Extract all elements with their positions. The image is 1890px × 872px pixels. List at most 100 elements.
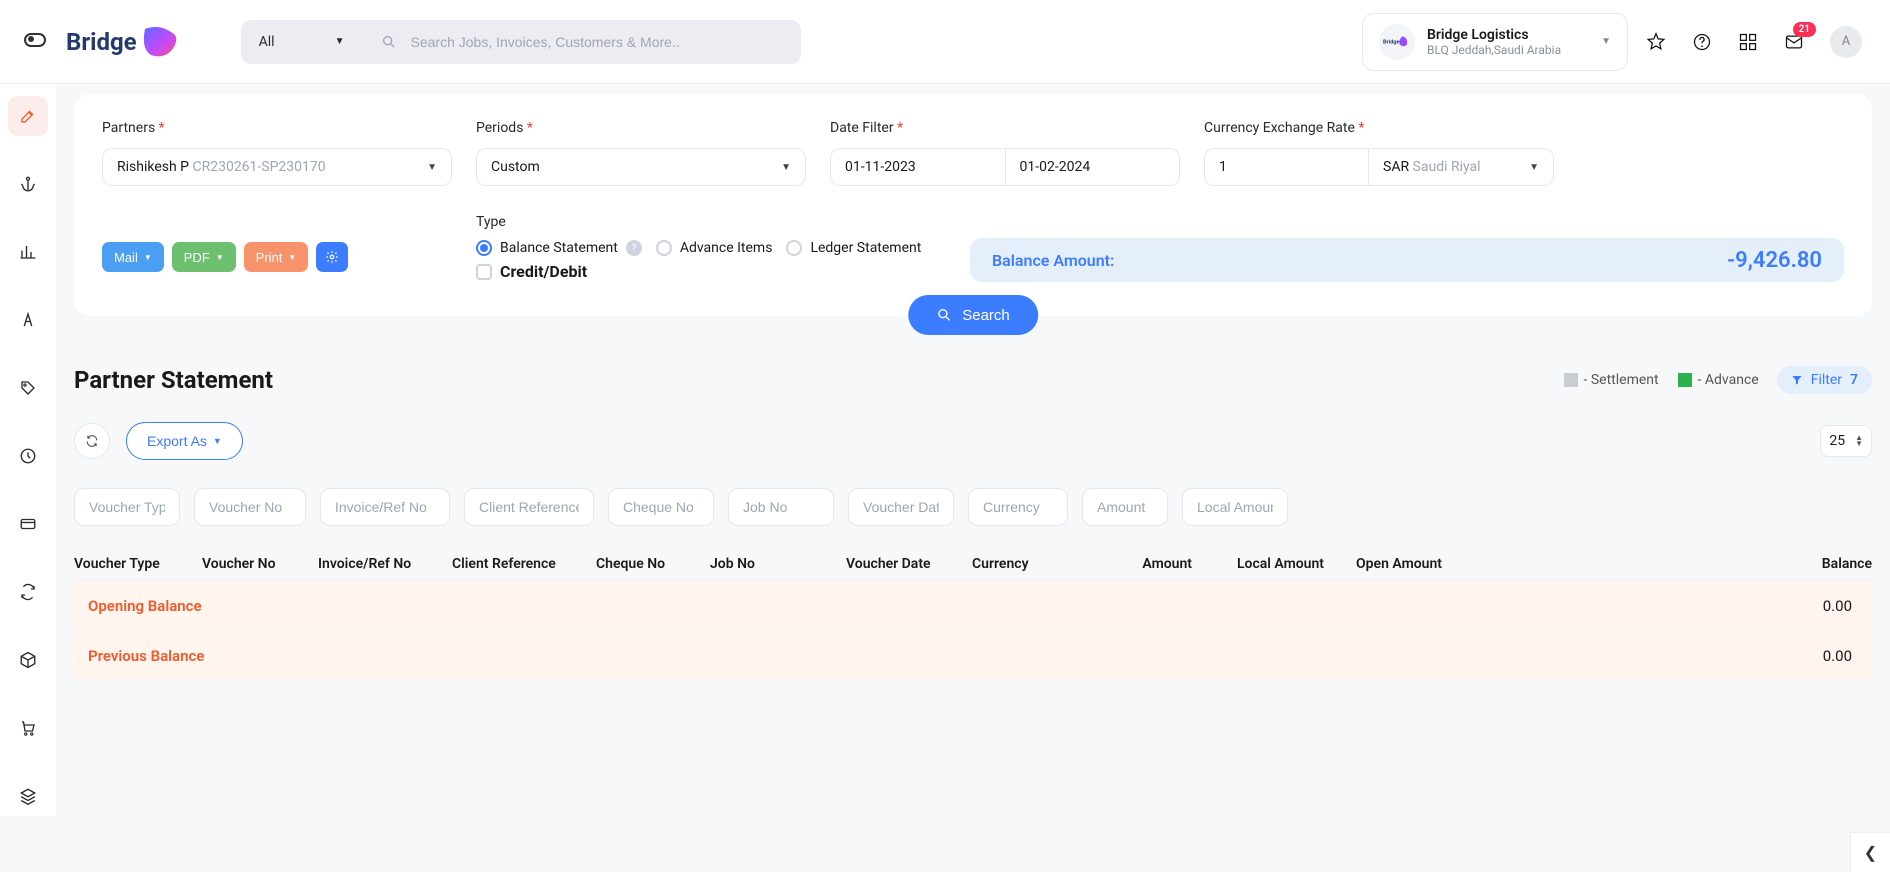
org-switcher[interactable]: Bridge Bridge Logistics BLQ Jeddah,Saudi… [1362, 13, 1628, 71]
page-size-select[interactable]: 25 ▲▼ [1820, 425, 1872, 457]
filter-currency[interactable] [968, 488, 1068, 526]
print-button[interactable]: Print▼ [244, 242, 309, 272]
col-job-no[interactable]: Job No [710, 548, 846, 580]
user-avatar[interactable]: A [1830, 26, 1862, 58]
refresh-button[interactable] [74, 423, 110, 459]
pdf-button[interactable]: PDF▼ [172, 242, 236, 272]
sidebar-item-card[interactable] [8, 504, 48, 544]
header-actions: 21 A [1646, 26, 1862, 58]
help-icon[interactable]: ? [626, 240, 642, 256]
currency-dropdown[interactable]: SAR Saudi Riyal ▼ [1369, 148, 1554, 186]
sidebar-item-anchor[interactable] [8, 164, 48, 204]
col-voucher-type[interactable]: Voucher Type [74, 548, 202, 580]
sidebar-item-package[interactable] [8, 640, 48, 680]
legend-advance-label: - Advance [1698, 372, 1759, 388]
radio-icon [656, 240, 672, 256]
sidebar-item-layers[interactable] [8, 776, 48, 816]
col-client-ref[interactable]: Client Reference [452, 548, 596, 580]
filter-voucher-type[interactable] [74, 488, 180, 526]
col-balance[interactable]: Balance [1442, 548, 1872, 580]
org-location: BLQ Jeddah,Saudi Arabia [1427, 43, 1561, 57]
exchange-rate-field: Currency Exchange Rate * 1 SAR Saudi Riy… [1204, 120, 1554, 186]
star-icon[interactable] [1646, 32, 1666, 52]
col-local-amount[interactable]: Local Amount [1192, 548, 1324, 580]
filter-local-amount[interactable] [1182, 488, 1288, 526]
settings-button[interactable] [316, 242, 348, 272]
col-amount[interactable]: Amount [1072, 548, 1192, 580]
filter-client-ref[interactable] [464, 488, 594, 526]
credit-debit-checkbox[interactable]: Credit/Debit [476, 262, 946, 281]
refresh-icon [85, 434, 99, 448]
gear-icon [325, 250, 339, 264]
radio-balance-statement[interactable]: Balance Statement ? [476, 240, 642, 256]
checkbox-icon [476, 264, 492, 280]
filter-amount[interactable] [1082, 488, 1168, 526]
sidebar-nav [0, 84, 56, 816]
filter-button[interactable]: Filter 7 [1777, 366, 1872, 394]
chevron-down-icon: ▼ [335, 36, 345, 47]
filter-job-no[interactable] [728, 488, 834, 526]
table-row-previous: Previous Balance 0.00 [74, 630, 1872, 680]
sidebar-item-history[interactable] [8, 436, 48, 476]
currency-value: SAR Saudi Riyal [1383, 159, 1481, 175]
chevron-down-icon: ▼ [1529, 162, 1539, 173]
sidebar-item-tag[interactable] [8, 368, 48, 408]
sidebar-item-sync[interactable] [8, 572, 48, 612]
exchange-rate-label: Currency Exchange Rate * [1204, 120, 1554, 136]
statement-section: Partner Statement - Settlement - Advance… [74, 366, 1872, 680]
col-cheque-no[interactable]: Cheque No [596, 548, 710, 580]
chevron-down-icon: ▼ [213, 436, 222, 446]
section-title: Partner Statement [74, 366, 273, 394]
collapse-panel-button[interactable]: ❮ [1850, 832, 1890, 872]
periods-dropdown[interactable]: Custom ▼ [476, 148, 806, 186]
search-input[interactable] [411, 34, 784, 50]
search-category-dropdown[interactable]: All ▼ [241, 20, 363, 64]
main-content: Partners * Rishikesh P CR230261-SP230170… [56, 84, 1890, 816]
filter-invoice-ref[interactable] [320, 488, 450, 526]
periods-field: Periods * Custom ▼ [476, 120, 806, 186]
exchange-rate-input[interactable]: 1 [1204, 148, 1369, 186]
brand-logo[interactable]: Bridge [66, 25, 181, 59]
export-button[interactable]: Export As ▼ [126, 422, 243, 460]
col-voucher-no[interactable]: Voucher No [202, 548, 318, 580]
sidebar-toggle[interactable] [16, 24, 54, 59]
sidebar-item-cart[interactable] [8, 708, 48, 748]
periods-label: Periods * [476, 120, 806, 136]
brand-mark-icon [141, 25, 181, 59]
notification-badge: 21 [1793, 22, 1816, 37]
date-from-input[interactable]: 01-11-2023 [830, 148, 1006, 186]
partners-dropdown[interactable]: Rishikesh P CR230261-SP230170 ▼ [102, 148, 452, 186]
date-filter-field: Date Filter * 01-11-2023 01-02-2024 [830, 120, 1180, 186]
col-voucher-date[interactable]: Voucher Date [846, 548, 972, 580]
apps-icon[interactable] [1738, 32, 1758, 52]
filter-cheque-no[interactable] [608, 488, 714, 526]
radio-ledger-statement[interactable]: Ledger Statement [786, 240, 921, 256]
filter-voucher-date[interactable] [848, 488, 954, 526]
search-icon [936, 307, 952, 323]
mail-icon[interactable]: 21 [1784, 32, 1804, 52]
org-logo: Bridge [1379, 24, 1415, 60]
sidebar-item-font[interactable] [8, 300, 48, 340]
filter-card: Partners * Rishikesh P CR230261-SP230170… [74, 94, 1872, 316]
help-icon[interactable] [1692, 32, 1712, 52]
svg-text:Bridge: Bridge [1383, 39, 1399, 45]
checkbox-label: Credit/Debit [500, 262, 587, 281]
chevron-down-icon: ▼ [781, 162, 791, 173]
chevron-down-icon: ▼ [288, 253, 296, 262]
search-button[interactable]: Search [908, 295, 1038, 335]
col-currency[interactable]: Currency [972, 548, 1072, 580]
balance-label: Balance Amount: [992, 251, 1114, 270]
page-size-value: 25 [1829, 433, 1845, 449]
chevron-down-icon: ▼ [216, 253, 224, 262]
filter-voucher-no[interactable] [194, 488, 306, 526]
col-invoice-ref[interactable]: Invoice/Ref No [318, 548, 452, 580]
action-buttons: Mail▼ PDF▼ Print▼ [102, 214, 452, 272]
col-open-amount[interactable]: Open Amount [1324, 548, 1442, 580]
radio-icon [786, 240, 802, 256]
search-icon [381, 34, 397, 50]
mail-button[interactable]: Mail▼ [102, 242, 164, 272]
radio-advance-items[interactable]: Advance Items [656, 240, 773, 256]
sidebar-item-chart[interactable] [8, 232, 48, 272]
date-to-input[interactable]: 01-02-2024 [1006, 148, 1181, 186]
sidebar-item-edit[interactable] [8, 96, 48, 136]
